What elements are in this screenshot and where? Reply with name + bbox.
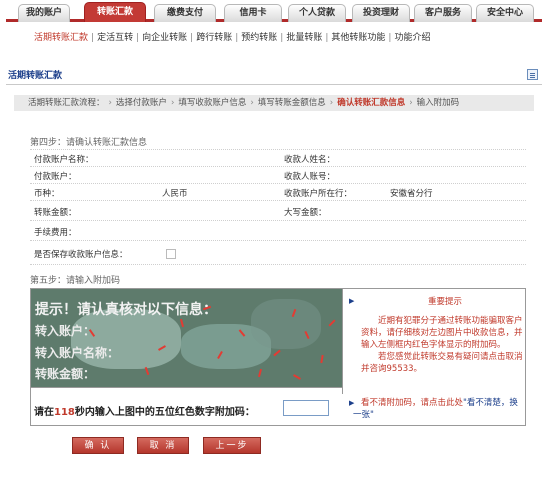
flow-label: 活期转账汇款流程： xyxy=(28,98,105,108)
refresh-hint: 看不清附加码，请点击此处"看不清楚，换一张" xyxy=(353,397,523,421)
tab-credit-card[interactable]: 信用卡 xyxy=(224,4,282,22)
row-divider xyxy=(30,240,526,241)
subnav-intro[interactable]: 功能介绍 xyxy=(394,33,430,43)
flow-step-4-current: 确认转账汇款信息 xyxy=(337,98,406,108)
amount-label: 转账金额： xyxy=(34,208,77,218)
save-payee-checkbox[interactable] xyxy=(166,249,176,259)
tab-transfer[interactable]: 转账汇款 xyxy=(84,2,146,22)
flow-step-2: 填写收款账户信息 xyxy=(178,98,247,108)
refresh-hint-text: 看不清附加码，请点击此处 xyxy=(361,398,464,408)
step5-title: 第五步：请输入附加码 xyxy=(30,276,121,286)
payer-account-label: 付款账户： xyxy=(34,172,77,182)
step4-title: 第四步：请确认转账汇款信息 xyxy=(30,138,148,148)
subnav-other[interactable]: 其他转账功能 xyxy=(331,33,385,43)
countdown-seconds: 118 xyxy=(54,407,75,418)
tab-personal-loan[interactable]: 个人贷款 xyxy=(288,4,346,22)
captcha-line-1: 提示！请认真核对以下信息： xyxy=(35,302,217,318)
captcha-prompt: 请在118秒内输入上图中的五位红色数字附加码： xyxy=(34,407,255,418)
payee-branch-value: 安徽省分行 xyxy=(390,189,433,199)
row-divider xyxy=(30,166,526,167)
captcha-input[interactable] xyxy=(283,400,329,416)
save-payee-label: 是否保存收款账户信息： xyxy=(34,250,128,260)
process-breadcrumb: 活期转账汇款流程： › 选择付款账户 › 填写收款账户信息 › 填写转账金额信息 › 确认转账汇… xyxy=(14,95,534,111)
captcha-line-3: 转入账户名称： xyxy=(35,346,120,360)
captcha-line-4: 转账金额： xyxy=(35,367,96,381)
currency-value: 人民币 xyxy=(162,189,188,199)
row-divider xyxy=(30,220,526,221)
subnav-batch[interactable]: 批量转账 xyxy=(286,33,322,43)
warning-panel: 重要提示 近期有犯罪分子通过转账功能骗取客户资料，请仔细核对左边图片中收款信息，… xyxy=(353,295,523,375)
fee-label: 手续费用： xyxy=(34,228,77,238)
captcha-panel: 提示！请认真核对以下信息： 转入账户： 转入账户名称： 转账金额： ▶ 重要提示… xyxy=(30,288,526,426)
previous-step-button[interactable]: 上一步 xyxy=(203,437,261,454)
cancel-button[interactable]: 取 消 xyxy=(137,437,189,454)
subnav-current-transfer[interactable]: 活期转账汇款 xyxy=(34,33,88,43)
row-divider xyxy=(30,200,526,201)
tab-my-account[interactable]: 我的账户 xyxy=(18,4,70,22)
tab-investment[interactable]: 投资理财 xyxy=(352,4,410,22)
payee-name-label: 收款人姓名： xyxy=(284,155,336,165)
subnav-scheduled[interactable]: 预约转账 xyxy=(241,33,277,43)
subnav-interbank[interactable]: 跨行转账 xyxy=(196,33,232,43)
divider xyxy=(6,84,542,85)
payer-name-label: 付款账户名称： xyxy=(34,155,94,165)
captcha-image: 提示！请认真核对以下信息： 转入账户： 转入账户名称： 转账金额： xyxy=(31,289,342,387)
row-divider xyxy=(30,264,526,265)
tab-payment[interactable]: 缴费支付 xyxy=(154,4,216,22)
payee-account-label: 收款人账号： xyxy=(284,172,336,182)
list-icon[interactable] xyxy=(527,69,538,80)
warning-body-2: 若您感觉此转账交易有疑问请点击取消并咨询95533。 xyxy=(361,352,523,374)
amount-upper-label: 大写金额： xyxy=(284,208,327,218)
flow-step-5: 输入附加码 xyxy=(416,98,460,108)
page-title: 活期转账汇款 xyxy=(8,71,63,81)
warning-title: 重要提示 xyxy=(427,297,462,307)
main-tab-bar: 我的账户 转账汇款 缴费支付 信用卡 个人贷款 投资理财 客户服务 安全中心 xyxy=(6,0,542,22)
subnav-fixed-current[interactable]: 定活互转 xyxy=(97,33,133,43)
subnav-to-company[interactable]: 向企业转账 xyxy=(142,33,187,43)
flow-step-3: 填写转账金额信息 xyxy=(257,98,326,108)
tab-customer-service[interactable]: 客户服务 xyxy=(414,4,472,22)
confirm-button[interactable]: 确 认 xyxy=(72,437,124,454)
tab-security-center[interactable]: 安全中心 xyxy=(476,4,534,22)
sub-nav: 活期转账汇款 | 定活互转 | 向企业转账 | 跨行转账 | 预约转账 | 批量转账 | 其他转账功能 |… xyxy=(34,33,431,43)
captcha-line-2: 转入账户： xyxy=(35,324,96,338)
currency-label: 币种： xyxy=(34,189,60,199)
flow-step-1: 选择付款账户 xyxy=(115,98,167,108)
row-divider xyxy=(30,149,526,150)
warning-body: 近期有犯罪分子通过转账功能骗取客户资料，请仔细核对左边图片中收款信息，并输入左侧… xyxy=(361,316,523,350)
row-divider xyxy=(30,183,526,184)
payee-branch-label: 收款账户所在行： xyxy=(284,189,353,199)
